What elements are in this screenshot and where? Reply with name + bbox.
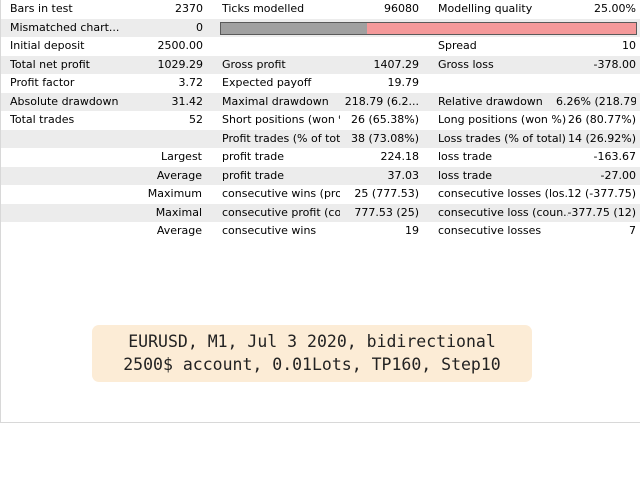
column3-label xyxy=(438,74,568,92)
column2-value: 19 xyxy=(405,224,419,237)
row-value: 0 xyxy=(196,20,203,34)
column2-label: Maximal drawdown xyxy=(222,94,329,108)
column3-label: Modelling quality xyxy=(438,2,533,15)
column2-value: 25 (777.53) xyxy=(354,187,419,200)
column2-value: 19.79 xyxy=(387,76,420,89)
column3-value: 14 (26.92%) xyxy=(567,131,636,145)
column3-value: -163.67 xyxy=(593,150,636,163)
column2-label: profit trade xyxy=(222,168,285,182)
column3-label: loss trade xyxy=(438,168,493,182)
column2-label: Ticks modelled xyxy=(222,2,305,15)
report-row: Absolute drawdown 31.42 Maximal drawdown 21… xyxy=(1,92,640,111)
column3-value xyxy=(556,74,636,92)
row-group-label: Average xyxy=(156,168,202,182)
column3-label: consecutive loss (coun... xyxy=(438,205,568,219)
report-row: Largest profit trade 224.18 loss trade -163.… xyxy=(1,148,640,166)
modelling-quality-bar-fill xyxy=(221,22,368,34)
column3-value: 26 (80.77%) xyxy=(567,113,636,126)
column2-value: 777.53 (25) xyxy=(354,205,419,219)
column2-value: 26 (65.38%) xyxy=(350,113,419,126)
report-row: Average consecutive wins 19 consecutive los… xyxy=(1,222,640,240)
column2-label: Gross profit xyxy=(222,57,286,71)
column3-value: 12 (-377.75) xyxy=(567,187,636,200)
caption-line-2: 2500$ account, 0.01Lots, TP160, Step10 xyxy=(123,355,501,374)
column3-value: 25.00% xyxy=(594,2,636,15)
caption-box: EURUSD, M1, Jul 3 2020, bidirectional 25… xyxy=(92,325,532,382)
report-row: Mismatched chart... 0 xyxy=(1,18,640,37)
column3-label: Relative drawdown xyxy=(438,94,543,108)
report-row: Total trades 52 Short positions (won %) 26 … xyxy=(1,111,640,129)
column3-label: Long positions (won %) xyxy=(438,113,567,126)
row-group-label: Largest xyxy=(161,150,202,163)
report-row: Total net profit 1029.29 Gross profit 1407.… xyxy=(1,55,640,74)
column2-label: consecutive profit (co... xyxy=(222,205,340,219)
row-group-label: Maximum xyxy=(147,187,202,200)
column2-label: consecutive wins xyxy=(222,224,317,237)
report-row: Average profit trade 37.03 loss trade -27.00 xyxy=(1,166,640,185)
column2-label: consecutive wins (prof... xyxy=(222,187,340,200)
row-value xyxy=(111,130,203,148)
column2-value xyxy=(341,37,419,55)
row-value: 3.72 xyxy=(178,76,204,89)
column3-label: Gross loss xyxy=(438,57,494,71)
modelling-quality-bar xyxy=(220,21,637,35)
row-group-label: Maximal xyxy=(155,205,202,219)
column2-value: 224.18 xyxy=(380,150,420,163)
column3-value: 10 xyxy=(622,39,636,52)
column2-label xyxy=(222,37,340,55)
column3-value: 7 xyxy=(629,224,636,237)
column3-label: Spread xyxy=(438,39,477,52)
column3-value: -377.75 (12) xyxy=(567,205,636,219)
column2-label: Expected payoff xyxy=(222,76,312,89)
row-value: 2370 xyxy=(175,2,203,15)
column2-value: 38 (73.08%) xyxy=(350,131,419,145)
report-row: Bars in test 2370 Ticks modelled 96080 Model… xyxy=(1,0,640,18)
caption-line-1: EURUSD, M1, Jul 3 2020, bidirectional xyxy=(128,332,496,351)
column3-label: consecutive losses (los... xyxy=(438,187,568,200)
modelling-quality-bar-remainder xyxy=(367,22,636,34)
column2-label: profit trade xyxy=(222,150,285,163)
column2-label: Short positions (won %) xyxy=(222,113,340,126)
report-row: Maximal consecutive profit (co... 777.53 (… xyxy=(1,203,640,222)
column2-label: Profit trades (% of total) xyxy=(222,131,340,145)
column3-value: -378.00 xyxy=(593,57,636,71)
column3-value: 6.26% (218.79) xyxy=(556,94,636,108)
row-value: 52 xyxy=(189,113,203,126)
column2-value: 1407.29 xyxy=(373,57,420,71)
column3-label: loss trade xyxy=(438,150,493,163)
row-value: 2500.00 xyxy=(157,39,204,52)
column3-label: Loss trades (% of total) xyxy=(438,131,566,145)
column3-value: -27.00 xyxy=(600,168,636,182)
column2-value: 218.79 (6.2... xyxy=(344,94,419,108)
row-value: 1029.29 xyxy=(157,57,204,71)
row-group-label: Average xyxy=(156,224,202,237)
report-row: Profit trades (% of total) 38 (73.08%) Los… xyxy=(1,129,640,148)
report-row: Profit factor 3.72 Expected payoff 19.79 xyxy=(1,74,640,92)
report-row: Maximum consecutive wins (prof... 25 (777.… xyxy=(1,185,640,203)
column3-label: consecutive losses xyxy=(438,224,542,237)
column2-value: 96080 xyxy=(384,2,419,15)
column2-value: 37.03 xyxy=(387,168,420,182)
report-row: Initial deposit 2500.00 Spread 10 xyxy=(1,37,640,55)
row-value: 31.42 xyxy=(171,94,204,108)
